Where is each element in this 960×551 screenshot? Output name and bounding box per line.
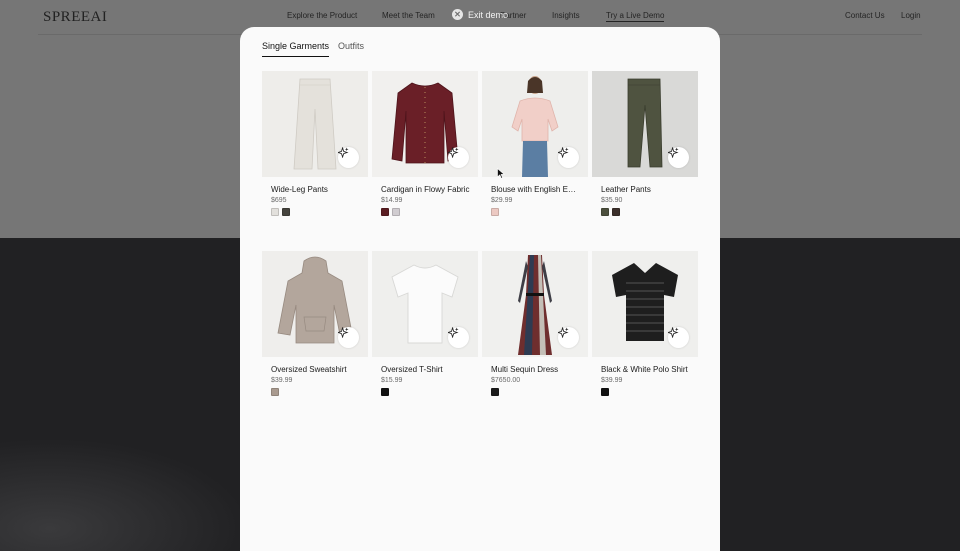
color-swatch[interactable] <box>601 208 609 216</box>
product-image <box>592 251 698 357</box>
color-swatch[interactable] <box>381 388 389 396</box>
product-price: $35.90 <box>601 197 623 204</box>
tab-outfits[interactable]: Outfits <box>338 41 364 57</box>
sparkle-icon <box>338 327 349 338</box>
color-swatches <box>381 208 400 216</box>
product-image <box>262 71 368 177</box>
color-swatches <box>271 208 290 216</box>
mouse-cursor-icon <box>497 168 505 179</box>
garment-picker-modal: Single Garments Outfits Wide-Leg Pants $… <box>240 27 720 551</box>
product-image <box>592 71 698 177</box>
nav-contact-us[interactable]: Contact Us <box>845 11 885 20</box>
nav-insights[interactable]: Insights <box>552 11 580 20</box>
color-swatch[interactable] <box>491 388 499 396</box>
product-name: Oversized Sweatshirt <box>271 365 347 374</box>
sparkle-try-on-button[interactable] <box>338 327 359 348</box>
site-logo[interactable]: SPREEAI <box>43 9 107 26</box>
color-swatch[interactable] <box>271 208 279 216</box>
close-icon: ✕ <box>452 9 463 20</box>
sparkle-try-on-button[interactable] <box>448 147 469 168</box>
product-image <box>372 71 478 177</box>
sparkle-icon <box>668 327 679 338</box>
garment-tabs: Single Garments Outfits <box>262 41 364 57</box>
product-card[interactable]: Oversized Sweatshirt $39.99 <box>262 251 368 397</box>
color-swatch[interactable] <box>381 208 389 216</box>
color-swatches <box>381 388 389 396</box>
sparkle-try-on-button[interactable] <box>558 327 579 348</box>
product-price: $39.99 <box>271 377 293 384</box>
product-name: Leather Pants <box>601 185 651 194</box>
product-card[interactable]: Leather Pants $35.90 <box>592 71 698 217</box>
product-price: $695 <box>271 197 287 204</box>
product-card[interactable]: Wide-Leg Pants $695 <box>262 71 368 217</box>
color-swatches <box>491 388 499 396</box>
sparkle-try-on-button[interactable] <box>448 327 469 348</box>
color-swatch[interactable] <box>601 388 609 396</box>
product-image <box>372 251 478 357</box>
color-swatches <box>271 388 279 396</box>
product-grid: Wide-Leg Pants $695 Cardigan in Flowy Fa… <box>262 71 698 397</box>
product-image <box>482 251 588 357</box>
product-name: Cardigan in Flowy Fabric <box>381 185 470 194</box>
product-price: $7650.00 <box>491 377 521 384</box>
nav-meet-team[interactable]: Meet the Team <box>382 11 435 20</box>
product-image <box>482 71 588 177</box>
product-image <box>262 251 368 357</box>
product-name: Multi Sequin Dress <box>491 365 559 374</box>
sparkle-try-on-button[interactable] <box>668 327 689 348</box>
product-price: $39.99 <box>601 377 623 384</box>
sparkle-icon <box>558 327 569 338</box>
product-name: Wide-Leg Pants <box>271 185 328 194</box>
product-price: $29.99 <box>491 197 513 204</box>
product-card[interactable]: Blouse with English E… $29.99 <box>482 71 588 217</box>
product-name: Oversized T-Shirt <box>381 365 443 374</box>
exit-demo-button[interactable]: ✕ Exit demo <box>452 8 508 21</box>
sparkle-icon <box>668 147 679 158</box>
nav-live-demo[interactable]: Try a Live Demo <box>606 11 665 22</box>
product-price: $15.99 <box>381 377 403 384</box>
sparkle-icon <box>448 327 459 338</box>
sparkle-try-on-button[interactable] <box>338 147 359 168</box>
product-card[interactable]: Cardigan in Flowy Fabric $14.99 <box>372 71 478 217</box>
tab-single-garments[interactable]: Single Garments <box>262 41 330 57</box>
nav-login[interactable]: Login <box>901 11 921 20</box>
nav-explore-product[interactable]: Explore the Product <box>287 11 357 20</box>
sparkle-icon <box>558 147 569 158</box>
product-price: $14.99 <box>381 197 403 204</box>
color-swatch[interactable] <box>392 208 400 216</box>
color-swatches <box>601 388 609 396</box>
color-swatches <box>491 208 499 216</box>
color-swatches <box>601 208 620 216</box>
product-card[interactable]: Multi Sequin Dress $7650.00 <box>482 251 588 397</box>
sparkle-try-on-button[interactable] <box>558 147 579 168</box>
color-swatch[interactable] <box>282 208 290 216</box>
sparkle-try-on-button[interactable] <box>668 147 689 168</box>
product-name: Blouse with English E… <box>491 185 576 194</box>
color-swatch[interactable] <box>612 208 620 216</box>
sparkle-icon <box>448 147 459 158</box>
color-swatch[interactable] <box>491 208 499 216</box>
color-swatch[interactable] <box>271 388 279 396</box>
sparkle-icon <box>338 147 349 158</box>
exit-demo-label: Exit demo <box>468 9 509 20</box>
product-card[interactable]: Oversized T-Shirt $15.99 <box>372 251 478 397</box>
product-card[interactable]: Black & White Polo Shirt $39.99 <box>592 251 698 397</box>
product-name: Black & White Polo Shirt <box>601 365 688 374</box>
